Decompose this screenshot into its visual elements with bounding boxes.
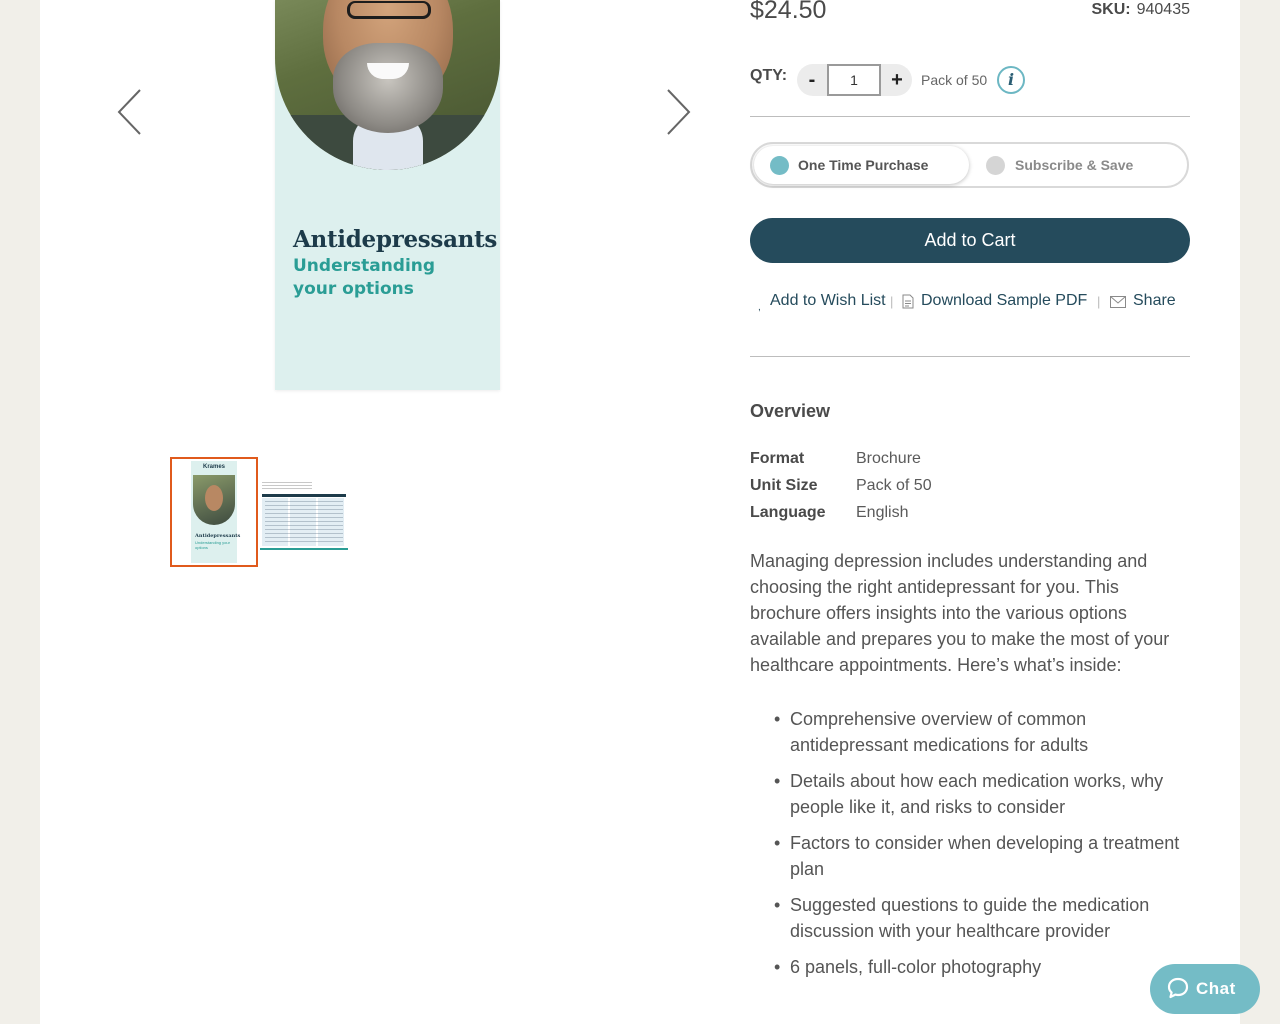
sku-value: 940435: [1136, 1, 1190, 18]
radio-unselected-icon: [986, 156, 1005, 175]
spec-value: Pack of 50: [856, 477, 932, 494]
document-icon: [902, 294, 914, 309]
product-price: $24.50: [750, 0, 827, 24]
share-link[interactable]: Share: [1133, 292, 1176, 310]
separator: |: [890, 294, 894, 309]
list-item: Details about how each medication works,…: [774, 768, 1190, 820]
divider: [750, 356, 1190, 357]
chevron-right-icon[interactable]: [662, 88, 692, 136]
list-item: 6 panels, full-color photography: [774, 954, 1190, 980]
quantity-decrease-button[interactable]: -: [797, 64, 827, 96]
product-actions: , Add to Wish List | Download Sample PDF…: [750, 292, 1210, 314]
add-to-cart-button[interactable]: Add to Cart: [750, 218, 1190, 263]
quantity-increase-button[interactable]: +: [882, 64, 912, 96]
product-main-image: Antidepressants Understanding your optio…: [275, 0, 500, 390]
subscribe-save-label: Subscribe & Save: [1015, 157, 1134, 173]
add-to-wishlist-link[interactable]: Add to Wish List: [770, 292, 886, 310]
quantity-stepper: - +: [797, 64, 912, 96]
thumbnail-cover[interactable]: Krames Antidepressants Understanding you…: [170, 457, 258, 567]
list-item: Factors to consider when developing a tr…: [774, 830, 1190, 882]
thumbnail-title: Antidepressants: [195, 533, 241, 539]
subscribe-save-option[interactable]: Subscribe & Save: [972, 146, 1187, 184]
spec-row: Format Brochure: [750, 450, 1190, 477]
spec-key: Format: [750, 450, 805, 467]
sku: SKU: 940435: [1092, 1, 1191, 19]
chat-button[interactable]: Chat: [1150, 964, 1260, 1014]
wishlist-marker: ,: [758, 302, 761, 313]
one-time-purchase-option[interactable]: One Time Purchase: [754, 146, 969, 184]
spec-key: Language: [750, 504, 826, 521]
spec-key: Unit Size: [750, 477, 818, 494]
separator: |: [1097, 294, 1101, 309]
chat-bubble-icon: [1167, 977, 1189, 999]
product-page: Antidepressants Understanding your optio…: [40, 0, 1240, 1024]
spec-table: Format Brochure Unit Size Pack of 50 Lan…: [750, 450, 1190, 531]
thumbnail-subtitle: Understanding your options: [195, 540, 230, 550]
cover-title: Antidepressants: [293, 226, 498, 253]
product-description: Managing depression includes understandi…: [750, 551, 1170, 675]
overview-heading: Overview: [750, 401, 831, 421]
spec-row: Unit Size Pack of 50: [750, 477, 1190, 504]
list-item: Comprehensive overview of common antidep…: [774, 706, 1190, 758]
quantity-label: QTY:: [750, 67, 788, 84]
one-time-purchase-label: One Time Purchase: [798, 157, 929, 173]
purchase-type-toggle: One Time Purchase Subscribe & Save: [750, 142, 1189, 188]
list-item: Suggested questions to guide the medicat…: [774, 892, 1190, 944]
mail-icon: [1110, 296, 1126, 308]
cover-photo: [275, 0, 500, 170]
sku-label: SKU:: [1091, 1, 1131, 18]
download-sample-pdf-link[interactable]: Download Sample PDF: [921, 292, 1087, 310]
spec-row: Language English: [750, 504, 1190, 531]
quantity-input[interactable]: [827, 64, 881, 96]
divider: [750, 116, 1190, 117]
spec-value: English: [856, 504, 909, 521]
chevron-left-icon[interactable]: [116, 88, 146, 136]
cover-subtitle: Understanding your options: [293, 256, 436, 299]
pack-size: Pack of 50: [921, 72, 988, 88]
feature-list: Comprehensive overview of common antidep…: [774, 706, 1190, 990]
thumbnail-inside[interactable]: [260, 480, 348, 550]
radio-selected-icon: [770, 156, 789, 175]
thumbnail-logo: Krames: [202, 464, 225, 470]
chat-label: Chat: [1196, 979, 1236, 998]
spec-value: Brochure: [856, 450, 921, 467]
info-icon[interactable]: i: [997, 66, 1025, 94]
